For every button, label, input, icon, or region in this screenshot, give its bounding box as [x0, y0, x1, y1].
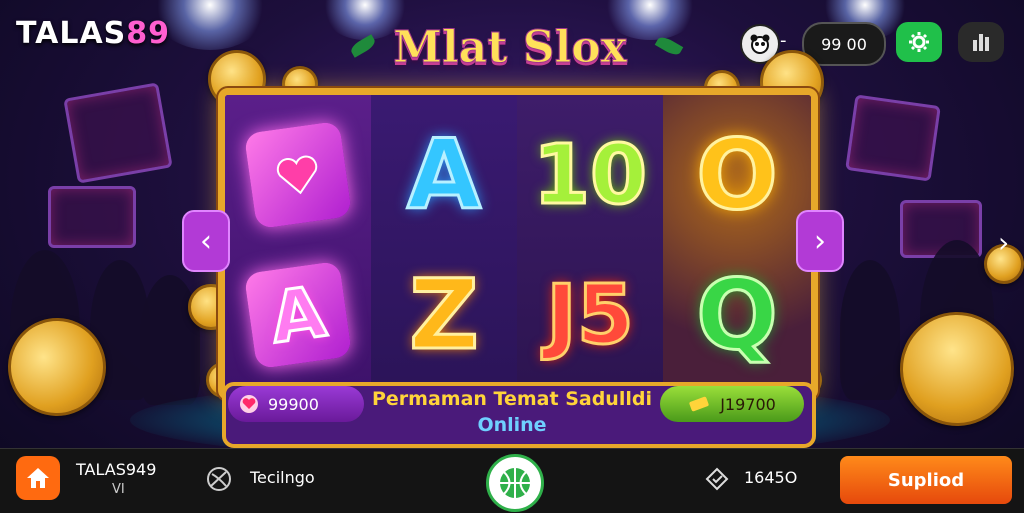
- promo-title: Permaman Temat Sadulldi: [372, 388, 652, 410]
- bar-chart-icon: [973, 34, 989, 51]
- reel-4: O Q: [663, 95, 811, 393]
- reel-symbol-o: O: [695, 119, 780, 231]
- user-level: VI: [112, 482, 125, 497]
- gold-coin-decoration: [883, 295, 1024, 443]
- brand-name: TALAS: [16, 16, 127, 51]
- nav-label[interactable]: Tecilngo: [250, 468, 315, 487]
- reel-symbol-q: Q: [695, 259, 780, 371]
- gear-icon: [909, 32, 929, 52]
- settings-button[interactable]: [896, 22, 942, 62]
- ball-icon[interactable]: [206, 466, 232, 496]
- chevron-right-icon: ›: [814, 223, 826, 259]
- home-button[interactable]: [16, 456, 60, 500]
- coin-stack-icon: [704, 466, 730, 496]
- user-name: TALAS949: [76, 460, 157, 479]
- center-action-button[interactable]: [486, 454, 544, 512]
- brand-number: 89: [126, 16, 171, 51]
- reel-symbol-z: Z: [408, 259, 481, 371]
- gem-letter-icon: A: [243, 260, 353, 370]
- chevron-left-icon: ‹: [200, 223, 212, 259]
- reel-symbol-j5: J5: [545, 266, 636, 364]
- wall-neon-sign: [63, 82, 173, 184]
- cta-button[interactable]: Supliod: [840, 456, 1012, 504]
- heart-gem-icon: [243, 120, 353, 230]
- bet-amount: 99900: [268, 394, 319, 414]
- reel-3: 10 J5: [517, 95, 666, 393]
- chevron-right-icon[interactable]: ›: [998, 226, 1009, 259]
- win-amount-pill[interactable]: J19700: [660, 386, 804, 422]
- reel-symbol-a: A: [405, 119, 482, 231]
- ticket-icon: [689, 396, 709, 412]
- home-icon: [27, 468, 49, 488]
- brand-logo: TALAS89: [16, 16, 170, 51]
- reel-2: A Z: [371, 95, 520, 393]
- bet-amount-pill[interactable]: 99900: [228, 386, 364, 422]
- crowd-silhouette: [840, 260, 900, 400]
- reel-next-button[interactable]: ›: [796, 210, 844, 272]
- balance-separator: -: [780, 30, 787, 51]
- win-amount: J19700: [720, 394, 776, 414]
- reel-symbol-label: A: [264, 269, 332, 361]
- reel-1: A: [225, 95, 374, 393]
- promo-subtitle: Online: [477, 414, 547, 436]
- reel-symbol-gem-a: A: [225, 245, 371, 385]
- reel-symbol-heart-gem: [225, 105, 371, 245]
- candy-icon: [240, 395, 258, 413]
- slot-reel-frame: A A Z 10 J5 O Q: [218, 88, 818, 400]
- wall-neon-sign: [845, 94, 941, 182]
- game-title: Mlat Slox: [393, 22, 628, 74]
- wall-neon-sign: [48, 186, 136, 248]
- reel-prev-button[interactable]: ‹: [182, 210, 230, 272]
- reel-symbol-10: 10: [531, 126, 648, 224]
- basketball-icon: [500, 468, 530, 498]
- coin-balance: 1645O: [744, 468, 798, 487]
- stats-button[interactable]: [958, 22, 1004, 62]
